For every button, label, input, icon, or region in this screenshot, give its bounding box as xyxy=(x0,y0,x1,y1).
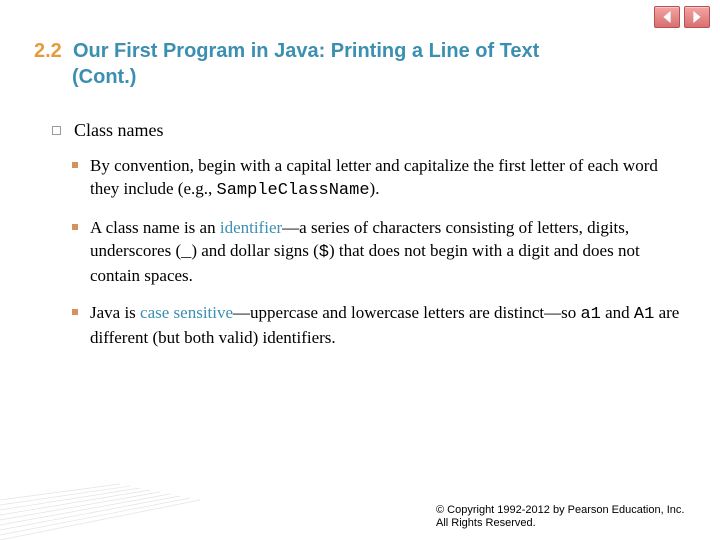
bullet-top: Class names xyxy=(56,120,680,141)
sub-bullet-3: Java is case sensitive—uppercase and low… xyxy=(56,302,680,350)
title-line2: (Cont.) xyxy=(72,64,686,90)
keyword-text: identifier xyxy=(220,218,282,237)
text: and xyxy=(601,303,634,322)
bullet-top-text: Class names xyxy=(74,120,164,140)
sub-bullet-1: By convention, begin with a capital lett… xyxy=(56,155,680,203)
square-bullet-icon xyxy=(72,224,78,230)
next-button[interactable] xyxy=(684,6,710,28)
triangle-left-icon xyxy=(661,11,673,23)
square-bullet-icon xyxy=(72,309,78,315)
decorative-hatch xyxy=(0,480,200,540)
code-text: a1 xyxy=(580,305,600,324)
section-number: 2.2 xyxy=(34,40,62,62)
text: Java is xyxy=(90,303,140,322)
keyword-text: case sensitive xyxy=(140,303,233,322)
text: A class name is an xyxy=(90,218,220,237)
nav-buttons xyxy=(654,6,710,28)
triangle-right-icon xyxy=(691,11,703,23)
code-text: _ xyxy=(181,243,191,262)
title-line1: Our First Program in Java: Printing a Li… xyxy=(73,40,539,62)
section-title: 2.2 Our First Program in Java: Printing … xyxy=(34,38,686,90)
prev-button[interactable] xyxy=(654,6,680,28)
square-bullet-icon xyxy=(72,162,78,168)
box-bullet-icon xyxy=(52,126,61,135)
sub-bullet-2: A class name is an identifier—a series o… xyxy=(56,217,680,288)
copyright-text: © Copyright 1992-2012 by Pearson Educati… xyxy=(436,504,696,530)
text: ) and dollar signs ( xyxy=(191,241,318,260)
slide-content: Class names By convention, begin with a … xyxy=(56,120,680,350)
code-text: A1 xyxy=(634,305,654,324)
text: —uppercase and lowercase letters are dis… xyxy=(233,303,580,322)
code-text: $ xyxy=(319,243,329,262)
code-text: SampleClassName xyxy=(217,181,370,200)
text: ). xyxy=(370,179,380,198)
